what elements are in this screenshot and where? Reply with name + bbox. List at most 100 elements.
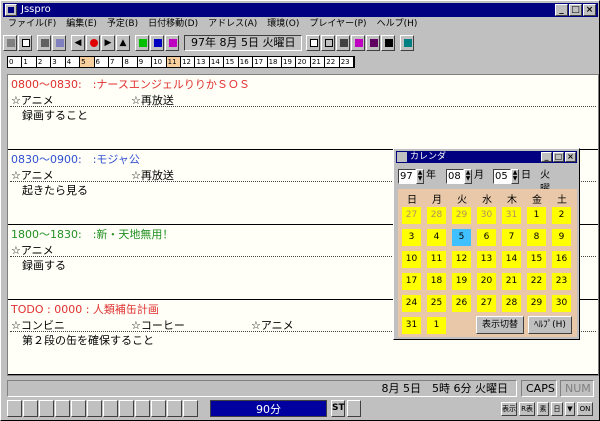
- day-field[interactable]: 05: [493, 169, 511, 184]
- menu-file[interactable]: ファイル(F): [3, 17, 61, 31]
- print-icon[interactable]: [37, 35, 51, 51]
- slot-button[interactable]: [183, 400, 198, 417]
- close-button[interactable]: ×: [583, 4, 596, 16]
- slot-button[interactable]: [23, 400, 38, 417]
- minimize-button[interactable]: _: [555, 4, 568, 16]
- menu-schedule[interactable]: 予定(B): [102, 17, 143, 31]
- calendar-close-button[interactable]: ×: [565, 152, 576, 162]
- calendar-day[interactable]: 20: [477, 273, 496, 290]
- calendar-day[interactable]: 2: [552, 207, 571, 224]
- calendar-day[interactable]: 16: [552, 251, 571, 268]
- calendar-day[interactable]: 21: [502, 273, 521, 290]
- calendar-day[interactable]: 30: [552, 295, 571, 312]
- window-icon[interactable]: [306, 35, 321, 51]
- arrow-left-icon[interactable]: ◀: [71, 35, 85, 51]
- chevron-down-icon[interactable]: ▼: [565, 402, 575, 416]
- exit-icon[interactable]: [3, 35, 17, 51]
- calendar-day[interactable]: 31: [502, 207, 521, 224]
- calendar-day[interactable]: 26: [452, 295, 471, 312]
- slot-button[interactable]: [103, 400, 118, 417]
- arrow-right-icon[interactable]: ▶: [101, 35, 115, 51]
- slot-button[interactable]: [135, 400, 150, 417]
- menu-edit[interactable]: 編集(E): [61, 17, 102, 31]
- computer-icon[interactable]: [400, 35, 415, 51]
- calendar-day[interactable]: 6: [477, 229, 496, 246]
- calendar-day[interactable]: 3: [402, 229, 421, 246]
- calendar-day[interactable]: 23: [552, 273, 571, 290]
- month-field[interactable]: 08: [446, 169, 464, 184]
- mode-button[interactable]: ON: [577, 402, 593, 416]
- menu-help[interactable]: ヘルプ(H): [372, 17, 423, 31]
- blue-block-icon[interactable]: [150, 35, 164, 51]
- calendar-day[interactable]: 27: [477, 295, 496, 312]
- calendar-day[interactable]: 29: [527, 295, 546, 312]
- maximize-button[interactable]: □: [569, 4, 582, 16]
- schedule-entry[interactable]: 0800～0830: :ナースエンジェルりりかＳＯＳ ☆アニメ ☆再放送 録画す…: [8, 75, 598, 150]
- month-spinner[interactable]: ▲ ▼: [464, 169, 472, 184]
- year-field[interactable]: 97: [398, 169, 416, 184]
- slot-button[interactable]: [39, 400, 54, 417]
- slot-button[interactable]: [151, 400, 166, 417]
- calendar-day-today[interactable]: 5: [452, 229, 471, 246]
- calendar-day[interactable]: 1: [527, 207, 546, 224]
- calendar-day[interactable]: 31: [402, 317, 421, 334]
- calendar-day[interactable]: 15: [527, 251, 546, 268]
- calendar-day[interactable]: 14: [502, 251, 521, 268]
- calendar-day[interactable]: 1: [427, 317, 446, 334]
- calendar-day[interactable]: 9: [552, 229, 571, 246]
- dark-purple-icon[interactable]: [366, 35, 381, 51]
- calendar-day[interactable]: 25: [427, 295, 446, 312]
- calendar-day[interactable]: 24: [402, 295, 421, 312]
- grid-icon[interactable]: [321, 35, 336, 51]
- calendar-help-button[interactable]: ﾍﾙﾌﾟ(H): [528, 316, 572, 334]
- st-button[interactable]: ST: [331, 400, 345, 417]
- app-icon[interactable]: [5, 4, 17, 16]
- slot-button[interactable]: [7, 400, 22, 417]
- calendar-minimize-button[interactable]: _: [541, 152, 552, 162]
- option-button[interactable]: [347, 400, 361, 417]
- calendar-day[interactable]: 29: [452, 207, 471, 224]
- calendar-day[interactable]: 19: [452, 273, 471, 290]
- calendar-day[interactable]: 8: [527, 229, 546, 246]
- calendar-day[interactable]: 18: [427, 273, 446, 290]
- menu-environment[interactable]: 環境(O): [262, 17, 304, 31]
- slot-button[interactable]: [71, 400, 86, 417]
- calendar-day[interactable]: 10: [402, 251, 421, 268]
- slot-button[interactable]: [55, 400, 70, 417]
- magenta-icon[interactable]: [351, 35, 366, 51]
- arrow-up-icon[interactable]: ▲: [116, 35, 130, 51]
- menu-address[interactable]: アドレス(A): [203, 17, 262, 31]
- calendar-day[interactable]: 13: [477, 251, 496, 268]
- calendar-day[interactable]: 28: [502, 295, 521, 312]
- calendar-day[interactable]: 7: [502, 229, 521, 246]
- calendar-maximize-button[interactable]: □: [553, 152, 564, 162]
- mode-button[interactable]: 素: [537, 402, 549, 416]
- green-block-icon[interactable]: [135, 35, 149, 51]
- purple-block-icon[interactable]: [165, 35, 179, 51]
- calendar-icon[interactable]: [397, 152, 407, 162]
- display-toggle-button[interactable]: 表示切替: [476, 316, 524, 334]
- record-icon[interactable]: [86, 35, 100, 51]
- menu-date-move[interactable]: 日付移動(D): [143, 17, 203, 31]
- calendar-day[interactable]: 11: [427, 251, 446, 268]
- time-ruler[interactable]: 0 1 2 3 4 5 6 7 8 9 10 11 12 13 14 15 16…: [7, 56, 355, 68]
- calendar-day[interactable]: 12: [452, 251, 471, 268]
- calendar-day[interactable]: 27: [402, 207, 421, 224]
- calendar-day[interactable]: 28: [427, 207, 446, 224]
- slot-button[interactable]: [167, 400, 182, 417]
- calendar-day[interactable]: 4: [427, 229, 446, 246]
- list-icon[interactable]: [381, 35, 396, 51]
- menu-player[interactable]: プレイヤー(P): [304, 17, 371, 31]
- slot-button[interactable]: [87, 400, 102, 417]
- mode-button[interactable]: R表: [519, 402, 535, 416]
- slot-button[interactable]: [119, 400, 134, 417]
- overlay-icon[interactable]: [336, 35, 351, 51]
- calendar-day[interactable]: 22: [527, 273, 546, 290]
- info-icon[interactable]: [18, 35, 32, 51]
- mode-button[interactable]: 表示: [501, 402, 517, 416]
- year-spinner[interactable]: ▲ ▼: [416, 169, 424, 184]
- day-spinner[interactable]: ▲ ▼: [511, 169, 519, 184]
- calendar-day[interactable]: 17: [402, 273, 421, 290]
- calendar-day[interactable]: 30: [477, 207, 496, 224]
- card-icon[interactable]: [52, 35, 66, 51]
